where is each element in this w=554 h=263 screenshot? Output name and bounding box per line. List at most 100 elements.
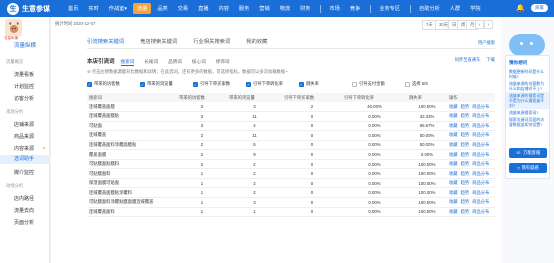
sidebar-item[interactable]: 内容来源 — [14, 145, 34, 152]
sidebar-item[interactable]: 媒介监控 — [14, 169, 34, 176]
customer-service-button[interactable]: ☏ 万能客服 — [509, 148, 547, 158]
checkbox-box[interactable] — [405, 81, 410, 87]
row-action-link[interactable]: 商品分布 — [472, 190, 489, 195]
top-nav-item[interactable]: 营销 — [259, 5, 269, 12]
row-action-link[interactable]: 趋势 — [461, 113, 470, 118]
top-nav-item[interactable]: 作战室▾ — [109, 5, 127, 12]
metric-checkbox[interactable]: 选择 5/5 — [405, 81, 458, 87]
sync-to-ztc-link[interactable]: 同步至直通车 — [455, 57, 481, 63]
top-nav-item[interactable]: 服务 — [239, 5, 249, 12]
top-nav-item[interactable]: 流量 — [132, 3, 152, 14]
top-nav-item[interactable]: 实时 — [88, 5, 98, 12]
row-action-link[interactable]: 趋势 — [461, 152, 470, 157]
row-action-link[interactable]: 趋势 — [461, 104, 470, 109]
faq-question[interactable]: 流量来源搜索词? — [506, 109, 549, 116]
checkbox-box[interactable]: ✓ — [87, 81, 92, 87]
row-action-link[interactable]: 商品分布 — [472, 171, 489, 176]
top-nav-item[interactable]: 首页 — [68, 5, 78, 12]
row-action-link[interactable]: 趋势 — [461, 180, 470, 185]
metric-checkbox[interactable]: ✓ 引导下单买家数 — [193, 81, 246, 87]
sub-tab[interactable]: 搜索词 — [120, 59, 135, 66]
top-nav-item[interactable]: 品类 — [157, 5, 167, 12]
feedback-button[interactable]: ? 我有疑惑 — [509, 163, 547, 173]
top-nav-item[interactable]: 自助分析 — [419, 5, 440, 12]
column-header[interactable]: 带来的访客数 — [177, 93, 227, 102]
top-nav-item[interactable]: 市场 — [329, 5, 339, 12]
row-action-link[interactable]: 趋势 — [461, 171, 470, 176]
metric-checkbox[interactable]: 引导支付金额 — [352, 81, 405, 87]
faq-question[interactable]: 搜索关键词页面的访客数据该如何设置? — [506, 116, 549, 128]
top-nav-item[interactable]: 财务 — [300, 5, 310, 12]
row-action-link[interactable]: 商品分布 — [472, 209, 489, 214]
column-header[interactable]: 跳失率 — [407, 93, 447, 102]
row-action-link[interactable]: 商品分布 — [472, 161, 489, 166]
checkbox-box[interactable] — [352, 81, 357, 87]
row-action-link[interactable]: 商品分布 — [472, 132, 489, 137]
sub-tab[interactable]: 长尾词 — [144, 59, 158, 66]
download-link[interactable]: 下载 — [486, 57, 495, 63]
app-logo[interactable]: 生 生意参谋 — [7, 2, 50, 15]
sidebar-item[interactable]: 流量去向 — [14, 207, 34, 214]
top-nav-item[interactable]: 业务专区 — [379, 5, 400, 12]
sidebar-item[interactable]: 流量看板 — [14, 71, 34, 78]
sidebar-item[interactable]: 计划监控 — [14, 83, 34, 90]
top-nav-item[interactable]: 内容 — [219, 5, 229, 12]
metric-checkbox[interactable]: ✓ 带来的浏览量 — [140, 81, 193, 87]
sidebar-item[interactable]: 选词助手 — [0, 155, 50, 164]
checkbox-box[interactable]: ✓ — [193, 81, 198, 87]
bell-icon[interactable]: 🔔 — [516, 4, 525, 12]
column-header[interactable]: 引导下单买家数 — [282, 93, 342, 102]
metric-checkbox[interactable]: ✓ 跳失率 — [299, 81, 352, 87]
row-action-link[interactable]: 收藏 — [449, 142, 458, 147]
sidebar-item[interactable]: 商品来源 — [14, 133, 34, 140]
row-action-link[interactable]: 收藏 — [449, 123, 458, 128]
row-action-link[interactable]: 商品分布 — [472, 180, 489, 185]
top-nav-item[interactable]: 人群 — [450, 5, 460, 12]
row-action-link[interactable]: 收藏 — [449, 132, 458, 137]
top-nav-item[interactable]: 学院 — [470, 5, 480, 12]
sidebar-item[interactable]: 页面分析 — [14, 219, 34, 226]
row-action-link[interactable]: 收藏 — [449, 161, 458, 166]
sub-tab[interactable]: 修饰词 — [216, 59, 230, 66]
row-action-link[interactable]: 商品分布 — [472, 142, 489, 147]
top-nav-item[interactable]: 竞争 — [350, 5, 360, 12]
row-action-link[interactable]: 商品分布 — [472, 104, 489, 109]
top-nav-item[interactable]: 交易 — [178, 5, 188, 12]
row-action-link[interactable]: 收藏 — [449, 209, 458, 214]
column-header[interactable]: 带来的浏览量 — [227, 93, 282, 102]
user-menu[interactable]: 商家 — [531, 4, 548, 12]
row-action-link[interactable]: 收藏 — [449, 171, 458, 176]
sidebar-item[interactable]: 店铺来源 — [14, 121, 34, 128]
row-action-link[interactable]: 收藏 — [449, 113, 458, 118]
column-header[interactable]: 引导下单转化率 — [342, 93, 407, 102]
row-action-link[interactable]: 收藏 — [449, 104, 458, 109]
checkbox-box[interactable]: ✓ — [299, 81, 304, 87]
row-action-link[interactable]: 收藏 — [449, 180, 458, 185]
sidebar-item[interactable]: 店内路径 — [14, 195, 34, 202]
checkbox-box[interactable]: ✓ — [140, 81, 145, 87]
sub-tab[interactable]: 品牌词 — [168, 59, 182, 66]
row-action-link[interactable]: 商品分布 — [472, 123, 489, 128]
sub-tab[interactable]: 核心词 — [192, 59, 206, 66]
row-action-link[interactable]: 趋势 — [461, 199, 470, 204]
row-action-link[interactable]: 商品分布 — [472, 199, 489, 204]
metric-checkbox[interactable]: ✓ 带来的访客数 — [87, 81, 140, 87]
sidebar-item[interactable]: 访客分析 — [14, 95, 34, 102]
row-action-link[interactable]: 收藏 — [449, 199, 458, 204]
row-action-link[interactable]: 收藏 — [449, 190, 458, 195]
row-action-link[interactable]: 商品分布 — [472, 152, 489, 157]
top-nav-item[interactable]: 直播 — [198, 5, 208, 12]
assistant-mascot-icon[interactable] — [509, 34, 545, 56]
faq-question[interactable]: 流量来源的访客数为什么和店铺对不上? — [506, 80, 549, 92]
row-action-link[interactable]: 趋势 — [461, 190, 470, 195]
metric-checkbox[interactable]: ✓ 引导下单转化率 — [246, 81, 299, 87]
row-action-link[interactable]: 趋势 — [461, 132, 470, 137]
top-nav-item[interactable]: 物流 — [280, 5, 290, 12]
row-action-link[interactable]: 趋势 — [461, 142, 470, 147]
faq-question[interactable]: 流量来源的搜索词是不是为什么搜索量不对? — [506, 92, 549, 109]
row-action-link[interactable]: 趋势 — [461, 209, 470, 214]
row-action-link[interactable]: 趋势 — [461, 161, 470, 166]
checkbox-box[interactable]: ✓ — [246, 81, 251, 87]
row-action-link[interactable]: 收藏 — [449, 152, 458, 157]
row-action-link[interactable]: 趋势 — [461, 123, 470, 128]
